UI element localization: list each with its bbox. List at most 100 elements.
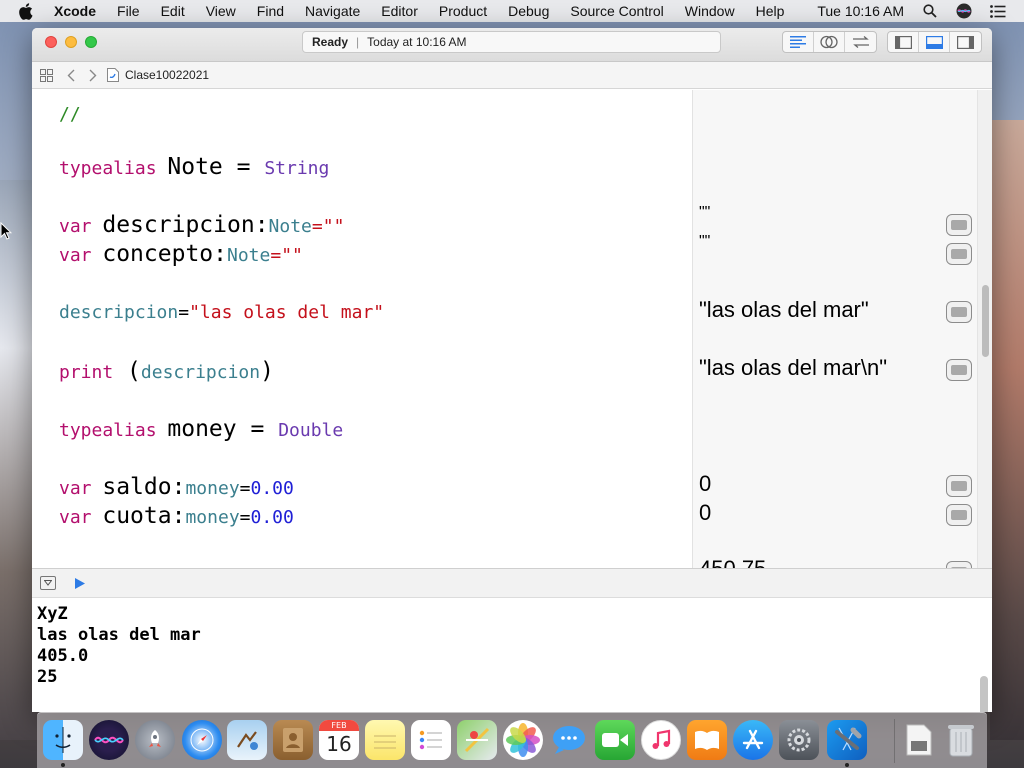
forward-chevron-icon[interactable] [82,62,104,89]
source-editor[interactable]: // typealias Note = String var descripci… [32,90,692,568]
result-value: "" [699,204,711,221]
code-line-typealias-money: typealias money = Double [59,416,343,442]
code-line-typealias-note: typealias Note = String [59,154,329,180]
messages-icon[interactable] [549,720,589,760]
reminders-icon[interactable] [411,720,451,760]
variable-name-token: cuota [102,503,172,529]
menu-product[interactable]: Product [439,3,487,19]
siri-app-icon[interactable] [89,720,129,760]
standard-editor-icon[interactable] [783,32,814,52]
type-token: Note [268,216,312,237]
calendar-month-label: FEB [319,720,359,731]
paren-close-token: ) [260,358,274,384]
debug-area-toggle-icon[interactable] [919,32,950,52]
code-line-var-concepto: var concepto:Note="" [59,241,303,267]
keyword-token: var [59,507,92,528]
console-output[interactable]: XyZ las olas del mar 405.0 25 [32,598,992,712]
calendar-icon[interactable]: FEB 16 [319,720,359,760]
menubar-clock[interactable]: Tue 10:16 AM [817,3,904,19]
number-literal-token: 0.00 [250,478,294,499]
menu-navigate[interactable]: Navigate [305,3,360,19]
back-chevron-icon[interactable] [60,62,82,89]
menu-help[interactable]: Help [756,3,785,19]
assistant-editor-icon[interactable] [814,32,845,52]
menu-app-name[interactable]: Xcode [54,3,96,19]
related-items-icon[interactable] [32,62,60,89]
type-token: String [264,158,330,179]
result-value: "" [699,233,711,250]
menu-find[interactable]: Find [257,3,284,19]
close-window-button[interactable] [45,36,57,48]
quick-look-button[interactable] [946,359,972,381]
version-editor-icon[interactable] [845,32,876,52]
window-toolbar: Ready | Today at 10:16 AM [32,28,992,62]
identifier-token: descripcion [140,362,261,383]
ibooks-icon[interactable] [687,720,727,760]
spotlight-search-icon[interactable] [922,3,938,19]
string-literal-token: ="" [270,245,303,266]
minimize-window-button[interactable] [65,36,77,48]
finder-icon[interactable] [43,720,83,760]
notification-center-icon[interactable] [990,3,1006,19]
inspector-toggle-icon[interactable] [950,32,981,52]
downloads-stack-icon[interactable] [899,720,939,760]
result-value: 0 [699,471,712,496]
variable-name-token: concepto [102,241,214,267]
dock: FEB 16 [37,712,987,768]
console-line: 405.0 [37,646,89,666]
editor-scroll-thumb[interactable] [982,285,989,357]
mail-icon[interactable] [227,720,267,760]
maps-icon[interactable] [457,720,497,760]
editor-scrollbar[interactable] [977,90,992,568]
type-token: money [185,507,240,528]
apple-menu-icon[interactable] [18,2,38,20]
menu-edit[interactable]: Edit [161,3,185,19]
menu-editor[interactable]: Editor [381,3,418,19]
mouse-cursor-icon [0,222,12,240]
result-value: 450.75 [699,556,766,568]
menu-file[interactable]: File [117,3,140,19]
colon-token: : [171,503,186,529]
notes-icon[interactable] [365,720,405,760]
system-preferences-icon[interactable] [779,720,819,760]
paren-open-token: ( [113,358,141,384]
quick-look-button[interactable] [946,243,972,265]
quick-look-button[interactable] [946,561,972,568]
trash-icon[interactable] [941,720,981,760]
quick-look-button[interactable] [946,301,972,323]
safari-icon[interactable] [182,720,222,760]
quick-look-button[interactable] [946,214,972,236]
menu-window[interactable]: Window [685,3,735,19]
app-store-icon[interactable] [733,720,773,760]
xcode-window: Ready | Today at 10:16 AM Clase10022021 … [32,28,992,712]
hide-debug-area-icon[interactable] [40,576,56,590]
launchpad-icon[interactable] [135,720,175,760]
debug-bar [32,568,992,598]
xcode-icon[interactable] [827,720,867,760]
xcode-running-indicator [845,763,849,767]
activity-viewer: Ready | Today at 10:16 AM [302,31,721,53]
string-literal-token: "las olas del mar" [189,302,385,323]
keyword-token: typealias [59,158,157,179]
run-playground-icon[interactable] [74,577,86,595]
build-status: Ready [312,35,349,49]
colon-token: : [254,212,269,238]
console-scroll-thumb[interactable] [980,676,988,712]
fullscreen-window-button[interactable] [85,36,97,48]
photos-icon[interactable] [503,720,543,760]
result-value: 0 [699,500,712,525]
menu-debug[interactable]: Debug [508,3,549,19]
jump-bar-file-name[interactable]: Clase10022021 [125,68,209,82]
siri-icon[interactable] [956,3,972,19]
quick-look-button[interactable] [946,475,972,497]
facetime-icon[interactable] [595,720,635,760]
quick-look-button[interactable] [946,504,972,526]
playground-file-icon [104,62,122,89]
itunes-icon[interactable] [641,720,681,760]
contacts-icon[interactable] [273,720,313,760]
navigator-toggle-icon[interactable] [888,32,919,52]
equals-token: = [239,507,251,528]
menu-view[interactable]: View [206,3,236,19]
menu-source-control[interactable]: Source Control [570,3,663,19]
equals-token: = [222,154,265,180]
